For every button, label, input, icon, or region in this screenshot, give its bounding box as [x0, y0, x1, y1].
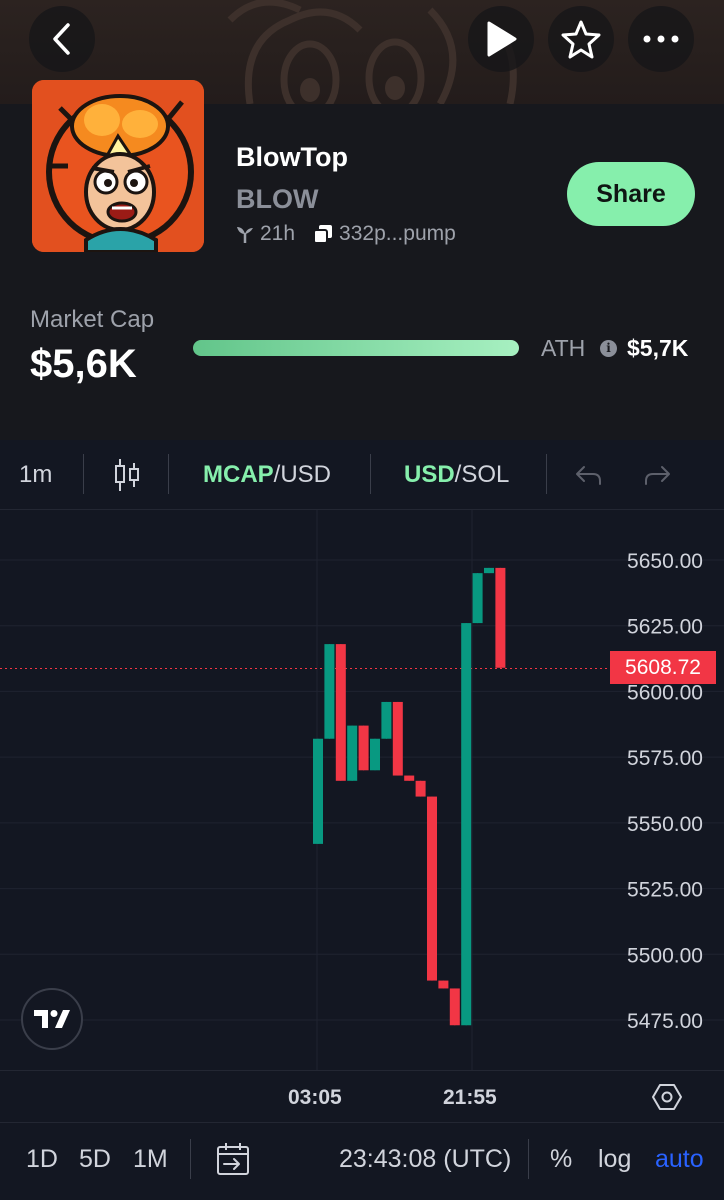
calendar-icon — [217, 1143, 249, 1175]
candle-body — [358, 725, 369, 771]
undo-icon — [576, 466, 601, 485]
range-5d-button[interactable]: 5D — [79, 1123, 111, 1195]
interval-label: 1m — [19, 461, 53, 488]
price-tick-label: 5550.00 — [627, 813, 703, 836]
mcap-rest-label: /USD — [273, 461, 332, 488]
market-cap-value: $5,6K — [30, 342, 137, 386]
time-axis: 03:05 21:55 — [0, 1070, 724, 1122]
percent-label: % — [550, 1144, 573, 1173]
range-label: 1M — [133, 1144, 168, 1173]
log-label: log — [598, 1144, 632, 1173]
token-logo-image — [32, 80, 204, 252]
ath-label: ATH — [541, 335, 586, 361]
market-cap-label: Market Cap — [30, 306, 155, 333]
chart-type-button[interactable] — [112, 440, 142, 510]
tradingview-icon — [34, 1010, 70, 1028]
price-tick-label: 5650.00 — [627, 550, 703, 573]
candle-body — [370, 738, 380, 771]
range-1d-button[interactable]: 1D — [26, 1123, 58, 1195]
token-address[interactable]: 332p...pump — [339, 222, 456, 246]
toolbar-divider — [370, 454, 371, 494]
usd-accent-label: USD — [404, 461, 455, 488]
candle-body — [461, 623, 472, 1026]
play-button[interactable] — [468, 6, 534, 72]
utc-time-label: 23:43:08 (UTC) — [339, 1144, 512, 1173]
toolbar-divider — [546, 454, 547, 494]
chart-toolbar: 1m MCAP/USD USD/SOL — [0, 440, 724, 510]
candle-body — [495, 567, 506, 668]
token-age: 21h — [260, 222, 296, 245]
range-label: 1D — [26, 1144, 58, 1173]
candle-body — [472, 573, 483, 624]
auto-toggle[interactable]: auto — [655, 1123, 704, 1195]
candle-body — [404, 775, 415, 781]
undo-button[interactable] — [574, 440, 602, 510]
auto-label: auto — [655, 1144, 704, 1173]
redo-button[interactable] — [644, 440, 672, 510]
play-icon — [487, 21, 517, 57]
candle-body — [392, 701, 403, 776]
redo-icon — [645, 466, 670, 485]
utc-clock[interactable]: 23:43:08 (UTC) — [339, 1123, 511, 1195]
candle-body — [347, 725, 358, 781]
range-1m-button[interactable]: 1M — [133, 1123, 168, 1195]
candle-body — [313, 738, 323, 844]
toolbar-divider — [168, 454, 169, 494]
range-label: 5D — [79, 1144, 111, 1173]
price-chart[interactable]: 5650.00 5625.00 5600.00 5575.00 5550.00 5525.… — [0, 510, 724, 1070]
price-tick-label: 5625.00 — [627, 616, 703, 639]
price-tick-label: 5500.00 — [627, 944, 703, 967]
toolbar-divider — [83, 454, 84, 494]
price-tick-label: 5575.00 — [627, 747, 703, 770]
percent-toggle[interactable]: % — [550, 1123, 572, 1195]
candle-body — [438, 980, 449, 989]
bottom-divider — [528, 1139, 529, 1179]
tradingview-logo[interactable] — [21, 988, 83, 1050]
candle-body — [335, 644, 346, 781]
sprout-icon — [236, 224, 254, 244]
price-tick-label: 5525.00 — [627, 879, 703, 902]
more-icon — [643, 35, 679, 43]
back-button[interactable] — [29, 6, 95, 72]
time-tick: 21:55 — [443, 1086, 497, 1109]
token-name: BlowTop — [236, 142, 348, 172]
mcap-accent-label: MCAP — [203, 461, 274, 488]
price-tick-label: 5475.00 — [627, 1010, 703, 1033]
settings-icon — [652, 1084, 682, 1110]
time-tick: 03:05 — [288, 1086, 342, 1109]
interval-button[interactable]: 1m — [19, 440, 52, 510]
star-icon — [561, 20, 601, 59]
favorite-button[interactable] — [548, 6, 614, 72]
goto-date-button[interactable] — [215, 1123, 251, 1195]
token-meta: 21h 332p...pump — [236, 222, 456, 246]
token-avatar — [32, 80, 204, 252]
info-icon[interactable]: i — [600, 340, 617, 357]
ath-progress-bar — [193, 340, 519, 356]
ath-value: $5,7K — [627, 335, 689, 361]
candle-body — [484, 567, 494, 574]
current-price-tag: 5608.72 — [610, 651, 716, 684]
share-button[interactable]: Share — [567, 162, 695, 226]
log-toggle[interactable]: log — [598, 1123, 631, 1195]
token-symbol: BLOW — [236, 184, 319, 214]
candlestick-icon — [115, 459, 139, 491]
candle-body — [427, 796, 437, 981]
mcap-usd-toggle[interactable]: MCAP/USD — [203, 440, 331, 510]
candle-body — [449, 988, 460, 1026]
candlestick-chart[interactable]: 5650.00 5625.00 5600.00 5575.00 5550.00 5525.… — [0, 510, 724, 1070]
candle-body — [324, 644, 335, 739]
bottom-divider — [190, 1139, 191, 1179]
more-button[interactable] — [628, 6, 694, 72]
bottom-bar: 1D 5D 1M 23:43:08 (UTC) % log auto — [0, 1122, 724, 1200]
chevron-left-icon — [53, 23, 70, 55]
settings-button[interactable] — [652, 1083, 682, 1117]
copy-icon[interactable] — [313, 224, 333, 244]
candle-body — [381, 701, 392, 739]
usd-rest-label: /SOL — [454, 461, 510, 488]
candle-body — [415, 780, 426, 797]
price-tick-label: 5600.00 — [627, 681, 703, 704]
usd-sol-toggle[interactable]: USD/SOL — [404, 440, 509, 510]
